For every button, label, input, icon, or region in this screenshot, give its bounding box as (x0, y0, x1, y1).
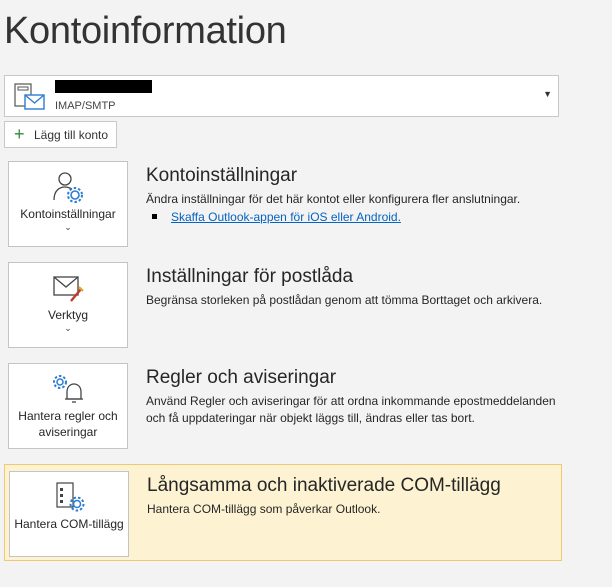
section-description: Begränsa storleken på postlådan genom at… (146, 293, 543, 307)
user-gear-icon (53, 172, 83, 203)
bullet (152, 214, 157, 219)
addin-gear-icon (56, 482, 85, 512)
tools-button[interactable]: Verktyg ⌄ (8, 262, 128, 348)
account-type: IMAP/SMTP (55, 100, 116, 112)
section-title: Inställningar för postlåda (146, 266, 354, 287)
chevron-down-icon: ⌄ (64, 222, 72, 232)
section-title: Regler och aviseringar (146, 367, 337, 388)
tile-label: Kontoinställningar (20, 207, 116, 221)
section-rules-alerts: Hantera regler och aviseringar Regler oc… (4, 363, 562, 451)
section-title: Kontoinställningar (146, 165, 298, 186)
dropdown-arrow-icon[interactable]: ▼ (543, 89, 552, 99)
account-selector[interactable]: IMAP/SMTP ▼ (4, 75, 559, 117)
page-title: Kontoinformation (4, 10, 287, 52)
mailbox-icon (14, 83, 45, 110)
bell-gear-icon (53, 375, 83, 403)
section-mailbox-settings: Verktyg ⌄ Inställningar för postlåda Beg… (4, 262, 562, 350)
section-account-settings: Kontoinställningar ⌄ Kontoinställningar … (4, 161, 562, 249)
tile-label: Hantera COM-tillägg (14, 517, 124, 531)
account-settings-button[interactable]: Kontoinställningar ⌄ (8, 161, 128, 247)
plus-icon: + (14, 124, 25, 144)
mail-tools-icon (53, 276, 84, 302)
add-account-button[interactable]: + Lägg till konto (4, 121, 117, 148)
section-title: Långsamma och inaktiverade COM-tillägg (147, 475, 501, 496)
section-com-addins: Hantera COM-tillägg Långsamma och inakti… (4, 464, 562, 561)
section-description: Hantera COM-tillägg som påverkar Outlook… (147, 502, 381, 516)
add-account-label: Lägg till konto (34, 128, 109, 142)
tile-label: Verktyg (47, 308, 89, 322)
manage-rules-button[interactable]: Hantera regler och aviseringar (8, 363, 128, 449)
chevron-down-icon: ⌄ (64, 323, 72, 333)
outlook-app-link[interactable]: Skaffa Outlook-appen för iOS eller Andro… (171, 210, 401, 224)
tile-label: Hantera regler och aviseringar (18, 409, 118, 439)
section-description: Använd Regler och aviseringar för att or… (146, 394, 556, 425)
account-name-redacted (55, 80, 152, 93)
manage-com-addins-button[interactable]: Hantera COM-tillägg (9, 471, 129, 557)
section-description: Ändra inställningar för det här kontot e… (146, 192, 521, 206)
